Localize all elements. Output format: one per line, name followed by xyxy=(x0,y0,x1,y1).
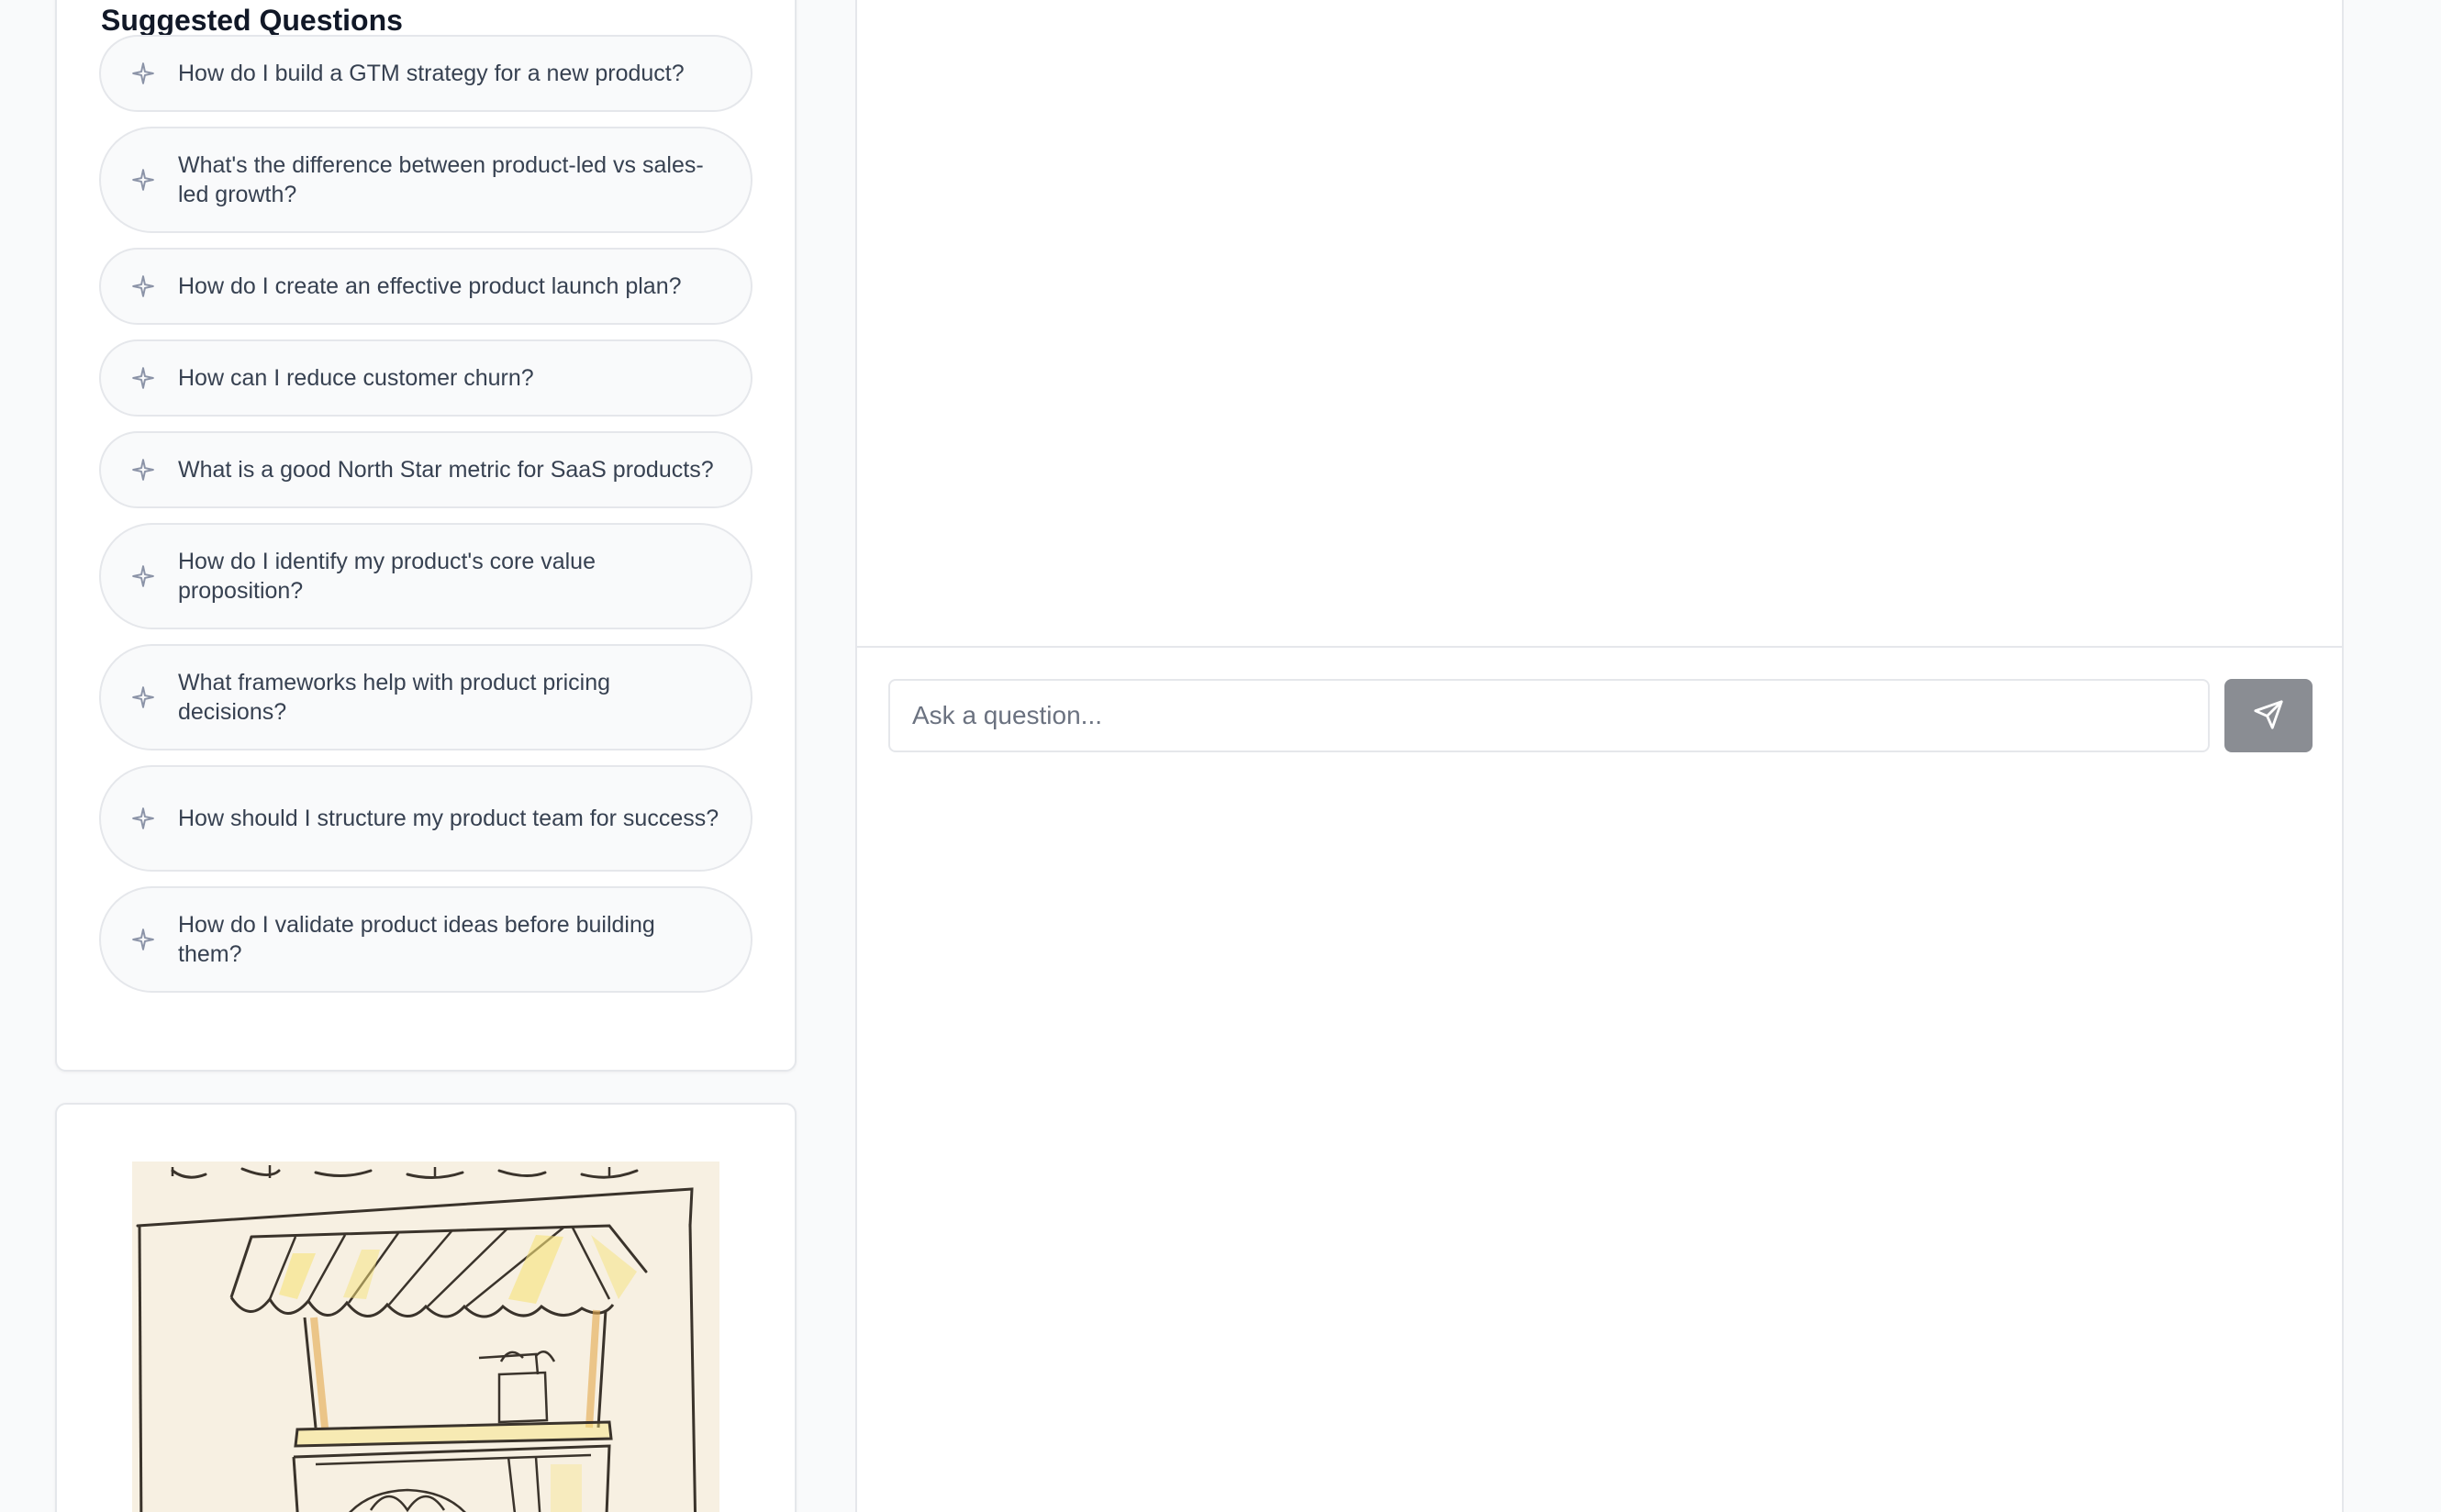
suggested-question[interactable]: How do I create an effective product lau… xyxy=(99,248,752,325)
suggested-question-label: How do I create an effective product lau… xyxy=(178,273,682,299)
suggested-question-label: How do I identify my product's core valu… xyxy=(178,549,596,604)
sparkle-icon xyxy=(130,273,156,299)
suggested-question[interactable]: How do I validate product ideas before b… xyxy=(99,886,752,993)
sparkle-icon xyxy=(130,167,156,193)
page: Suggested Questions How do I build a GTM… xyxy=(0,0,2441,1512)
send-button[interactable] xyxy=(2224,679,2313,752)
suggested-question-label: How do I build a GTM strategy for a new … xyxy=(178,61,685,86)
market-stall-sketch xyxy=(132,1162,719,1512)
sparkle-icon xyxy=(130,927,156,952)
suggested-questions-card: Suggested Questions How do I build a GTM… xyxy=(55,0,797,1072)
suggested-question-label: How can I reduce customer churn? xyxy=(178,365,534,391)
suggested-question-label: What is a good North Star metric for Saa… xyxy=(178,457,714,483)
sparkle-icon xyxy=(130,806,156,831)
suggested-question-label: How should I structure my product team f… xyxy=(178,806,719,831)
illustration-card xyxy=(55,1103,797,1512)
sparkle-icon xyxy=(130,61,156,86)
send-icon xyxy=(2253,699,2284,733)
sparkle-icon xyxy=(130,365,156,391)
suggested-question[interactable]: What frameworks help with product pricin… xyxy=(99,644,752,750)
suggested-question[interactable]: What is a good North Star metric for Saa… xyxy=(99,431,752,508)
suggested-question[interactable]: What's the difference between product-le… xyxy=(99,127,752,233)
sparkle-icon xyxy=(130,684,156,710)
suggested-question[interactable]: How do I build a GTM strategy for a new … xyxy=(99,35,752,112)
chat-panel xyxy=(855,0,2344,1512)
chat-messages-area xyxy=(857,0,2342,648)
suggested-question-label: How do I validate product ideas before b… xyxy=(178,912,655,967)
suggested-question[interactable]: How should I structure my product team f… xyxy=(99,765,752,872)
suggested-question-label: What's the difference between product-le… xyxy=(178,152,704,207)
sparkle-icon xyxy=(130,457,156,483)
suggested-question[interactable]: How can I reduce customer churn? xyxy=(99,339,752,417)
suggested-question[interactable]: How do I identify my product's core valu… xyxy=(99,523,752,629)
suggested-question-label: What frameworks help with product pricin… xyxy=(178,670,611,725)
sparkle-icon xyxy=(130,563,156,589)
chat-question-input[interactable] xyxy=(888,679,2210,752)
suggested-questions-list: How do I build a GTM strategy for a new … xyxy=(99,35,752,993)
chat-input-row xyxy=(888,679,2313,752)
